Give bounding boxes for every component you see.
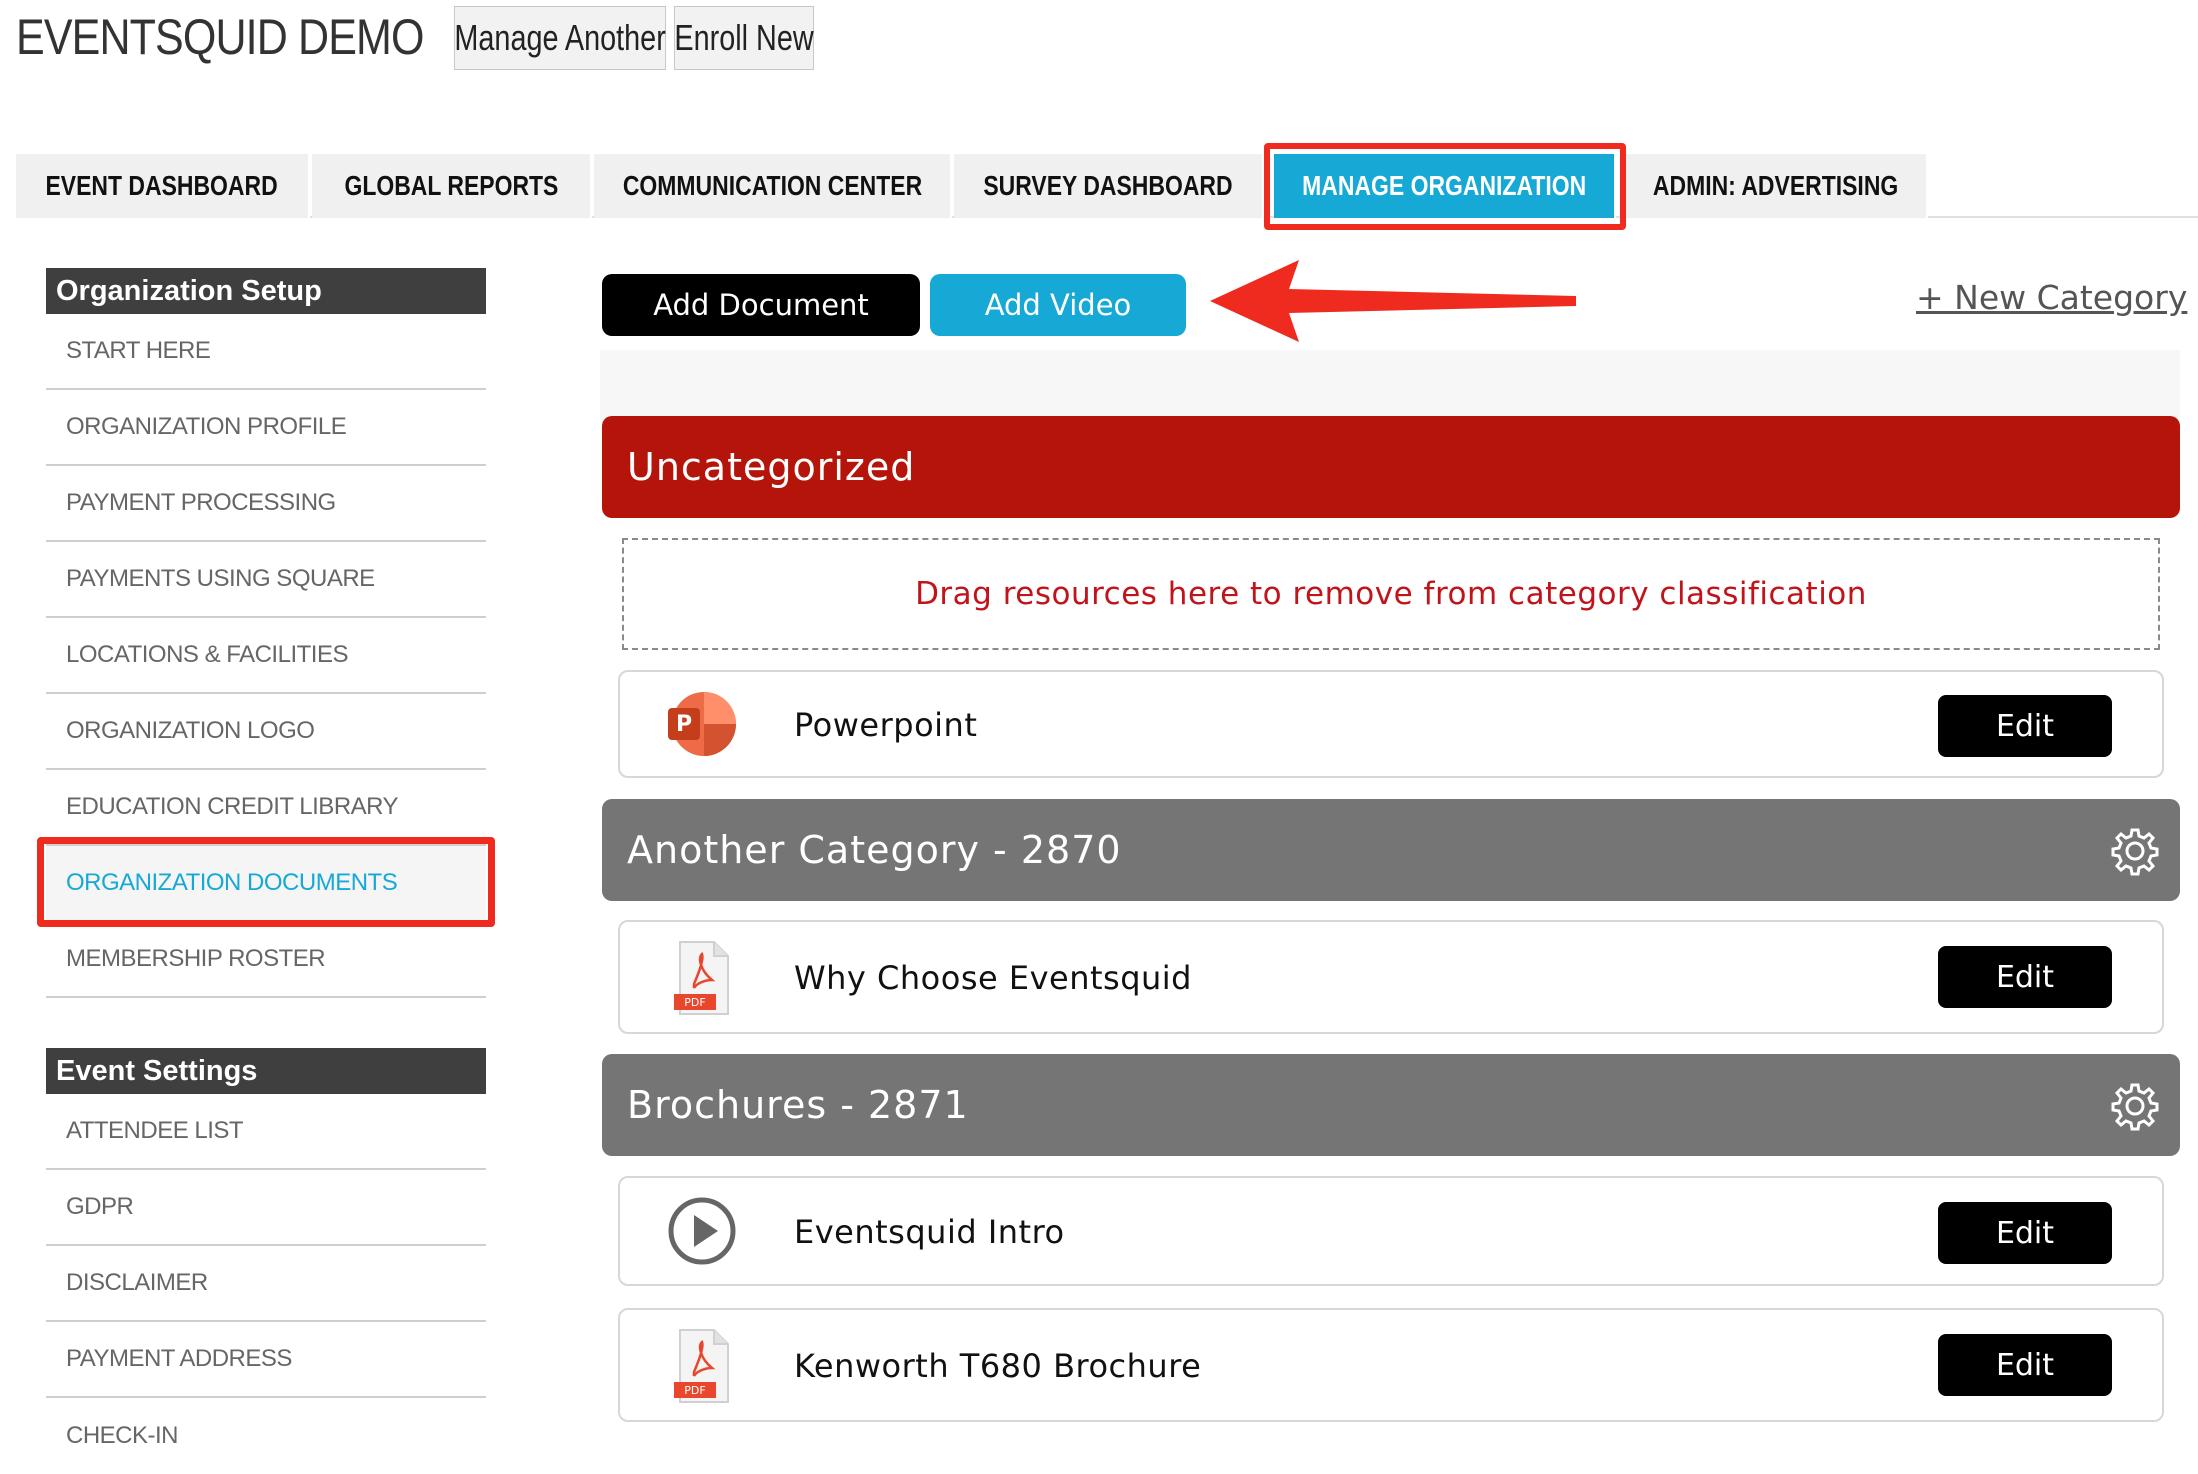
- sidebar-item-payment-processing[interactable]: PAYMENT PROCESSING: [46, 466, 486, 542]
- tab-label: GLOBAL REPORTS: [344, 170, 558, 201]
- add-video-button[interactable]: Add Video: [930, 274, 1186, 336]
- uncategorized-drop-zone[interactable]: Drag resources here to remove from categ…: [622, 538, 2160, 650]
- category-title: Brochures - 2871: [627, 1083, 969, 1127]
- category-header-brochures[interactable]: Brochures - 2871: [602, 1054, 2180, 1156]
- sidebar-item-disclaimer[interactable]: DISCLAIMER: [46, 1246, 486, 1322]
- tab-global-reports[interactable]: GLOBAL REPORTS: [312, 154, 592, 218]
- category-header-another-category[interactable]: Another Category - 2870: [602, 799, 2180, 901]
- resource-name: Kenworth T680 Brochure: [794, 1347, 1202, 1385]
- tab-label: SURVEY DASHBOARD: [983, 170, 1233, 201]
- sidebar-highlight-box: [37, 837, 495, 927]
- tab-communication-center[interactable]: COMMUNICATION CENTER: [594, 154, 952, 218]
- sidebar-item-attendee-list[interactable]: ATTENDEE LIST: [46, 1094, 486, 1170]
- sidebar-item-payments-using-square[interactable]: PAYMENTS USING SQUARE: [46, 542, 486, 618]
- powerpoint-icon-letter: P: [676, 712, 692, 737]
- sidebar-item-check-in[interactable]: CHECK-IN: [46, 1398, 486, 1474]
- toolbar-background: [600, 350, 2180, 420]
- enroll-new-label: Enroll New: [674, 17, 814, 58]
- sidebar-heading-organization-setup: Organization Setup: [46, 268, 486, 314]
- resource-name: Why Choose Eventsquid: [794, 959, 1192, 997]
- add-document-button[interactable]: Add Document: [602, 274, 920, 336]
- new-category-link[interactable]: + New Category: [1916, 278, 2187, 317]
- manage-another-label: Manage Another: [454, 17, 666, 58]
- tab-label: ADMIN: ADVERTISING: [1653, 170, 1899, 201]
- resource-name: Eventsquid Intro: [794, 1213, 1065, 1251]
- tab-label: COMMUNICATION CENTER: [622, 170, 922, 201]
- sidebar-item-organization-profile[interactable]: ORGANIZATION PROFILE: [46, 390, 486, 466]
- tab-label: EVENT DASHBOARD: [45, 170, 279, 201]
- red-arrow-annotation: [1210, 260, 1576, 342]
- sidebar-item-locations-facilities[interactable]: LOCATIONS & FACILITIES: [46, 618, 486, 694]
- sidebar-item-start-here[interactable]: START HERE: [46, 314, 486, 390]
- category-title: Uncategorized: [627, 445, 916, 489]
- resource-row[interactable]: PDF Why Choose Eventsquid Edit: [618, 920, 2164, 1034]
- tab-admin-advertising[interactable]: ADMIN: ADVERTISING: [1626, 154, 1928, 218]
- pdf-icon: PDF: [674, 1329, 729, 1403]
- category-header-uncategorized[interactable]: Uncategorized: [602, 416, 2180, 518]
- enroll-new-button[interactable]: Enroll New: [674, 6, 814, 70]
- edit-button[interactable]: Edit: [1938, 946, 2112, 1008]
- resource-row[interactable]: Eventsquid Intro Edit: [618, 1176, 2164, 1286]
- resource-name: Powerpoint: [794, 706, 978, 744]
- sidebar-item-payment-address[interactable]: PAYMENT ADDRESS: [46, 1322, 486, 1398]
- edit-button[interactable]: Edit: [1938, 695, 2112, 757]
- resource-row[interactable]: PDF Kenworth T680 Brochure Edit: [618, 1308, 2164, 1422]
- manage-another-button[interactable]: Manage Another: [454, 6, 666, 70]
- pdf-icon-label: PDF: [684, 996, 705, 1009]
- edit-button[interactable]: Edit: [1938, 1334, 2112, 1396]
- sidebar-item-membership-roster[interactable]: MEMBERSHIP ROSTER: [46, 922, 486, 998]
- category-title: Another Category - 2870: [627, 828, 1122, 872]
- tab-survey-dashboard[interactable]: SURVEY DASHBOARD: [954, 154, 1264, 218]
- sidebar-item-organization-logo[interactable]: ORGANIZATION LOGO: [46, 694, 486, 770]
- pdf-icon-label: PDF: [684, 1384, 705, 1397]
- tab-highlight-box: [1264, 143, 1626, 230]
- resource-row[interactable]: P Powerpoint Edit: [618, 670, 2164, 778]
- edit-button[interactable]: Edit: [1938, 1202, 2112, 1264]
- tab-event-dashboard[interactable]: EVENT DASHBOARD: [16, 154, 310, 218]
- sidebar-item-gdpr[interactable]: GDPR: [46, 1170, 486, 1246]
- video-play-icon: [668, 1197, 736, 1265]
- powerpoint-icon: P: [668, 692, 736, 756]
- sidebar-heading-event-settings: Event Settings: [46, 1048, 486, 1094]
- app-title: EVENTSQUID DEMO: [16, 9, 424, 65]
- pdf-icon: PDF: [674, 941, 729, 1015]
- sidebar-item-education-credit-library[interactable]: EDUCATION CREDIT LIBRARY: [46, 770, 486, 846]
- gear-icon[interactable]: [2110, 1081, 2160, 1131]
- gear-icon[interactable]: [2110, 826, 2160, 876]
